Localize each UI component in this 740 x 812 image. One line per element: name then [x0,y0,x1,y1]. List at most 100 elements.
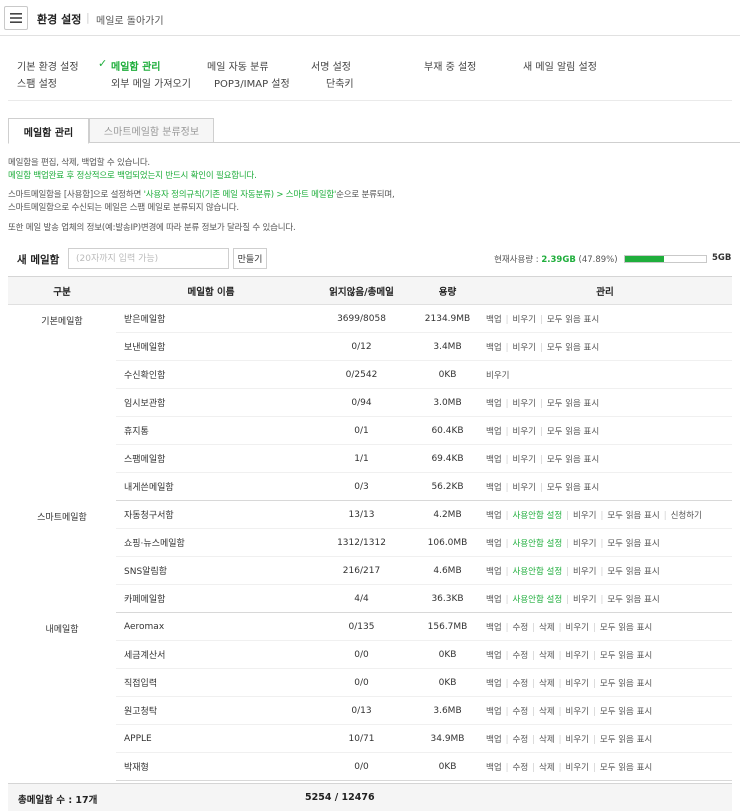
action-link[interactable]: 모두 읽음 표시 [547,427,599,437]
action-link[interactable]: 백업 [486,735,502,745]
mailbox-name[interactable]: 스팸메일함 [116,444,306,473]
action-link[interactable]: 모두 읽음 표시 [600,707,652,717]
action-link[interactable]: 비우기 [566,651,589,661]
action-link[interactable]: 사용안함 설정 [513,539,563,549]
action-link[interactable]: 모두 읽음 표시 [547,483,599,493]
action-link[interactable]: 비우기 [566,735,589,745]
action-link[interactable]: 비우기 [573,539,596,549]
action-link[interactable]: 수정 [513,735,529,745]
action-link[interactable]: 비우기 [573,567,596,577]
nav-mailbox-management[interactable]: 메일함 관리 [111,58,160,73]
mailbox-name[interactable]: 임시보관함 [116,388,306,417]
action-link[interactable]: 비우기 [513,315,536,325]
action-link[interactable]: 모두 읽음 표시 [600,679,652,689]
nav-new-mail-alert[interactable]: 새 메일 알림 설정 [523,58,597,73]
new-mailbox-input[interactable] [68,248,229,269]
action-link[interactable]: 삭제 [539,707,555,717]
action-link[interactable]: 비우기 [513,399,536,409]
action-link[interactable]: 백업 [486,483,502,493]
action-link[interactable]: 사용안함 설정 [513,595,563,605]
action-link[interactable]: 백업 [486,679,502,689]
nav-spam[interactable]: 스팸 설정 [17,75,57,90]
mailbox-name[interactable]: 직접입력 [116,668,306,697]
action-link[interactable]: 비우기 [513,427,536,437]
nav-away[interactable]: 부재 중 설정 [424,58,476,73]
action-link[interactable]: 신청하기 [671,511,702,521]
action-link[interactable]: 비우기 [513,483,536,493]
action-link[interactable]: 비우기 [566,623,589,633]
action-link[interactable]: 백업 [486,539,502,549]
nav-signature[interactable]: 서명 설정 [311,58,351,73]
action-link[interactable]: 백업 [486,651,502,661]
storage-usage: 현재사용량 : 2.39GB (47.89%) [494,253,618,265]
mailbox-name[interactable]: 원고청탁 [116,696,306,725]
mailbox-name[interactable]: 보낸메일함 [116,332,306,361]
action-link[interactable]: 모두 읽음 표시 [600,735,652,745]
action-link[interactable]: 수정 [513,623,529,633]
action-link[interactable]: 삭제 [539,735,555,745]
action-link[interactable]: 백업 [486,567,502,577]
action-link[interactable]: 모두 읽음 표시 [607,539,659,549]
action-link[interactable]: 수정 [513,707,529,717]
tab-mailbox-management[interactable]: 메일함 관리 [8,118,89,144]
action-link[interactable]: 비우기 [486,371,509,381]
mailbox-name[interactable]: 받은메일함 [116,304,306,333]
action-link[interactable]: 모두 읽음 표시 [547,455,599,465]
action-link[interactable]: 삭제 [539,623,555,633]
action-link[interactable]: 비우기 [566,763,589,773]
action-link[interactable]: 수정 [513,679,529,689]
menu-button[interactable] [4,6,28,30]
action-link[interactable]: 백업 [486,707,502,717]
action-link[interactable]: 삭제 [539,763,555,773]
action-link[interactable]: 백업 [486,511,502,521]
back-to-mail-link[interactable]: 메일로 돌아가기 [96,12,164,27]
mailbox-name[interactable]: 내게쓴메일함 [116,472,306,501]
mailbox-name[interactable]: 박재형 [116,752,306,781]
mailbox-name[interactable]: 휴지통 [116,416,306,445]
action-link[interactable]: 모두 읽음 표시 [607,511,659,521]
action-link[interactable]: 백업 [486,455,502,465]
mailbox-name[interactable]: 쇼핑·뉴스메일함 [116,528,306,557]
create-mailbox-button[interactable]: 만들기 [233,248,267,269]
action-link[interactable]: 모두 읽음 표시 [547,343,599,353]
tab-smart-mailbox-info[interactable]: 스마트메일함 분류정보 [89,118,214,143]
action-link[interactable]: 모두 읽음 표시 [600,651,652,661]
mailbox-name[interactable]: 세금계산서 [116,640,306,669]
action-link[interactable]: 백업 [486,623,502,633]
action-link[interactable]: 비우기 [573,511,596,521]
action-link[interactable]: 비우기 [566,707,589,717]
action-link[interactable]: 삭제 [539,651,555,661]
mailbox-name[interactable]: 자동청구서함 [116,500,306,529]
nav-shortcuts[interactable]: 단축키 [326,75,354,90]
mailbox-name[interactable]: 카페메일함 [116,584,306,613]
action-link[interactable]: 비우기 [513,343,536,353]
mailbox-name[interactable]: 수신확인함 [116,360,306,389]
action-link[interactable]: 모두 읽음 표시 [600,623,652,633]
action-link[interactable]: 백업 [486,763,502,773]
action-link[interactable]: 사용안함 설정 [513,511,563,521]
action-link[interactable]: 비우기 [513,455,536,465]
mailbox-name[interactable]: Aeromax [116,612,306,641]
action-link[interactable]: 백업 [486,595,502,605]
action-link[interactable]: 백업 [486,399,502,409]
action-link[interactable]: 백업 [486,427,502,437]
action-link[interactable]: 모두 읽음 표시 [547,315,599,325]
action-link[interactable]: 모두 읽음 표시 [600,763,652,773]
action-link[interactable]: 비우기 [566,679,589,689]
action-link[interactable]: 백업 [486,315,502,325]
action-link[interactable]: 수정 [513,651,529,661]
action-link[interactable]: 모두 읽음 표시 [547,399,599,409]
nav-basic-settings[interactable]: 기본 환경 설정 [17,58,79,73]
action-link[interactable]: 사용안함 설정 [513,567,563,577]
nav-external-mail[interactable]: 외부 메일 가져오기 [111,75,191,90]
action-link[interactable]: 비우기 [573,595,596,605]
action-link[interactable]: 모두 읽음 표시 [607,595,659,605]
mailbox-name[interactable]: SNS알림함 [116,556,306,585]
action-link[interactable]: 백업 [486,343,502,353]
mailbox-name[interactable]: APPLE [116,724,306,753]
nav-pop3-imap[interactable]: POP3/IMAP 설정 [214,75,290,90]
action-link[interactable]: 모두 읽음 표시 [607,567,659,577]
nav-auto-sort[interactable]: 메일 자동 분류 [207,58,269,73]
action-link[interactable]: 삭제 [539,679,555,689]
action-link[interactable]: 수정 [513,763,529,773]
